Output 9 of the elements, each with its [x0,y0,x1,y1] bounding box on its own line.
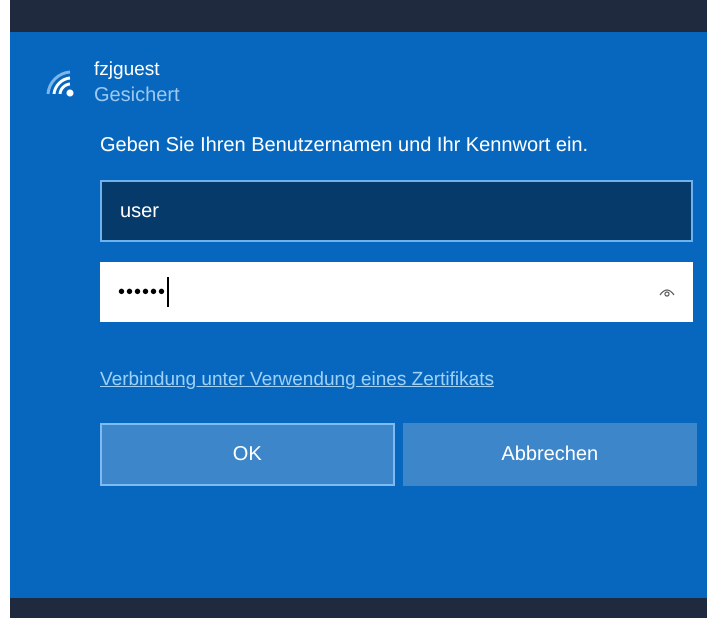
ok-button[interactable]: OK [100,422,394,486]
cancel-button[interactable]: Abbrechen [402,422,697,486]
certificate-link[interactable]: Verbindung unter Verwendung eines Zertifikats [100,366,697,394]
prompt-text: Geben Sie Ihren Benutzernamen und Ihr Kennwort ein. [100,133,590,158]
network-status: Gesichert [94,83,180,108]
password-field[interactable]: •••••• [100,262,693,322]
eye-icon[interactable] [659,287,675,297]
username-field[interactable]: user [100,180,693,242]
network-name: fzjguest [94,58,160,82]
